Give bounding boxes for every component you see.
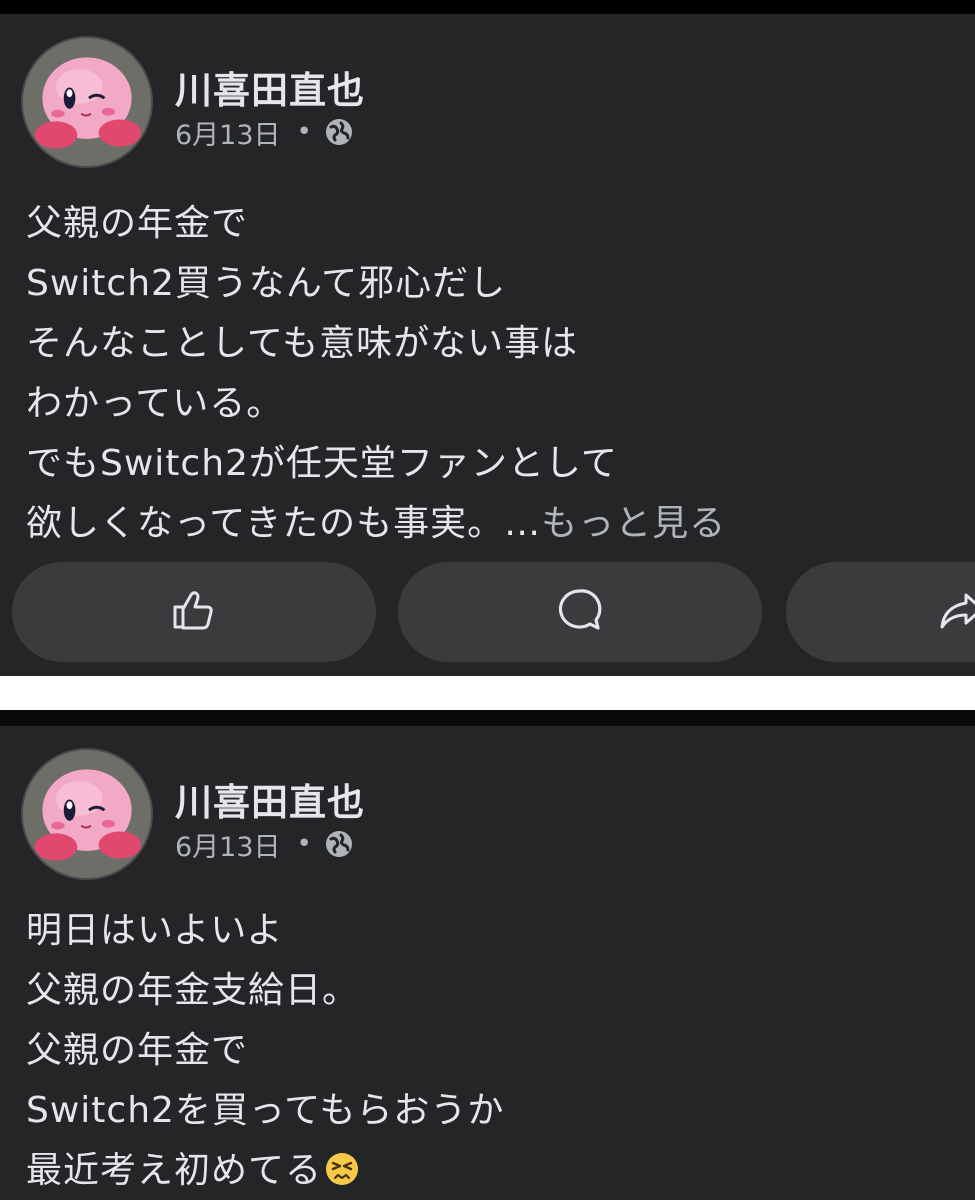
post-body: 父親の年金で Switch2買うなんて邪心だし そんなことしても意味がない事は …	[26, 194, 956, 554]
avatar[interactable]	[21, 748, 153, 880]
comment-button[interactable]	[398, 562, 762, 662]
post-text-line-last: 欲しくなってきたのも事実。…もっと見る	[26, 494, 956, 554]
share-arrow-icon	[936, 585, 975, 639]
globe-icon[interactable]	[324, 829, 354, 859]
post-meta: 6月13日 •	[175, 113, 354, 152]
persevering-face-emoji	[324, 1146, 360, 1185]
post-date[interactable]: 6月13日	[175, 825, 281, 864]
post-text-line-last: 最近考え初めてる	[26, 1141, 956, 1200]
post-text-line: でもSwitch2が任天堂ファンとして	[26, 443, 618, 484]
like-button[interactable]	[12, 562, 376, 662]
post-text-line: Switch2買うなんて邪心だし	[26, 263, 507, 304]
meta-separator: •	[296, 829, 312, 859]
meta-separator: •	[296, 117, 312, 147]
share-button[interactable]	[786, 562, 975, 662]
see-more-link[interactable]: もっと見る	[541, 503, 726, 544]
post-text-line: 父親の年金で	[26, 203, 249, 244]
post-date[interactable]: 6月13日	[175, 113, 281, 152]
thumbs-up-icon	[169, 585, 219, 639]
post-card: 川喜田直也 6月13日 • 父親の年金で Switch2買うなんて邪心だし そん…	[0, 14, 975, 676]
post-text-line: 明日はいよいよ	[26, 910, 284, 951]
kirby-plush-avatar-image	[23, 750, 151, 878]
author-name[interactable]: 川喜田直也	[175, 772, 365, 826]
avatar[interactable]	[21, 36, 153, 168]
post-text-line: 父親の年金支給日。	[26, 970, 360, 1011]
post-card: 川喜田直也 6月13日 • 明日はいよいよ 父親の年金支給日。 父親の年金で S…	[0, 726, 975, 1200]
post-text-line: Switch2を買ってもらおうか	[26, 1090, 505, 1131]
globe-icon[interactable]	[324, 117, 354, 147]
action-bar	[0, 562, 975, 662]
post-text-line: 欲しくなってきたのも事実。…	[26, 503, 542, 544]
post-meta: 6月13日 •	[175, 825, 354, 864]
top-edge-strip	[0, 710, 975, 726]
post-body: 明日はいよいよ 父親の年金支給日。 父親の年金で Switch2を買ってもらおう…	[26, 901, 956, 1200]
post-text-line: わかっている。	[26, 383, 284, 424]
comment-bubble-icon	[555, 585, 605, 639]
author-name[interactable]: 川喜田直也	[175, 60, 365, 114]
post-text-line: 最近考え初めてる	[26, 1150, 323, 1191]
kirby-plush-avatar-image	[23, 38, 151, 166]
post-text-line: そんなことしても意味がない事は	[26, 323, 579, 364]
screenshot-separator	[0, 676, 975, 710]
post-text-line: 父親の年金で	[26, 1030, 249, 1071]
